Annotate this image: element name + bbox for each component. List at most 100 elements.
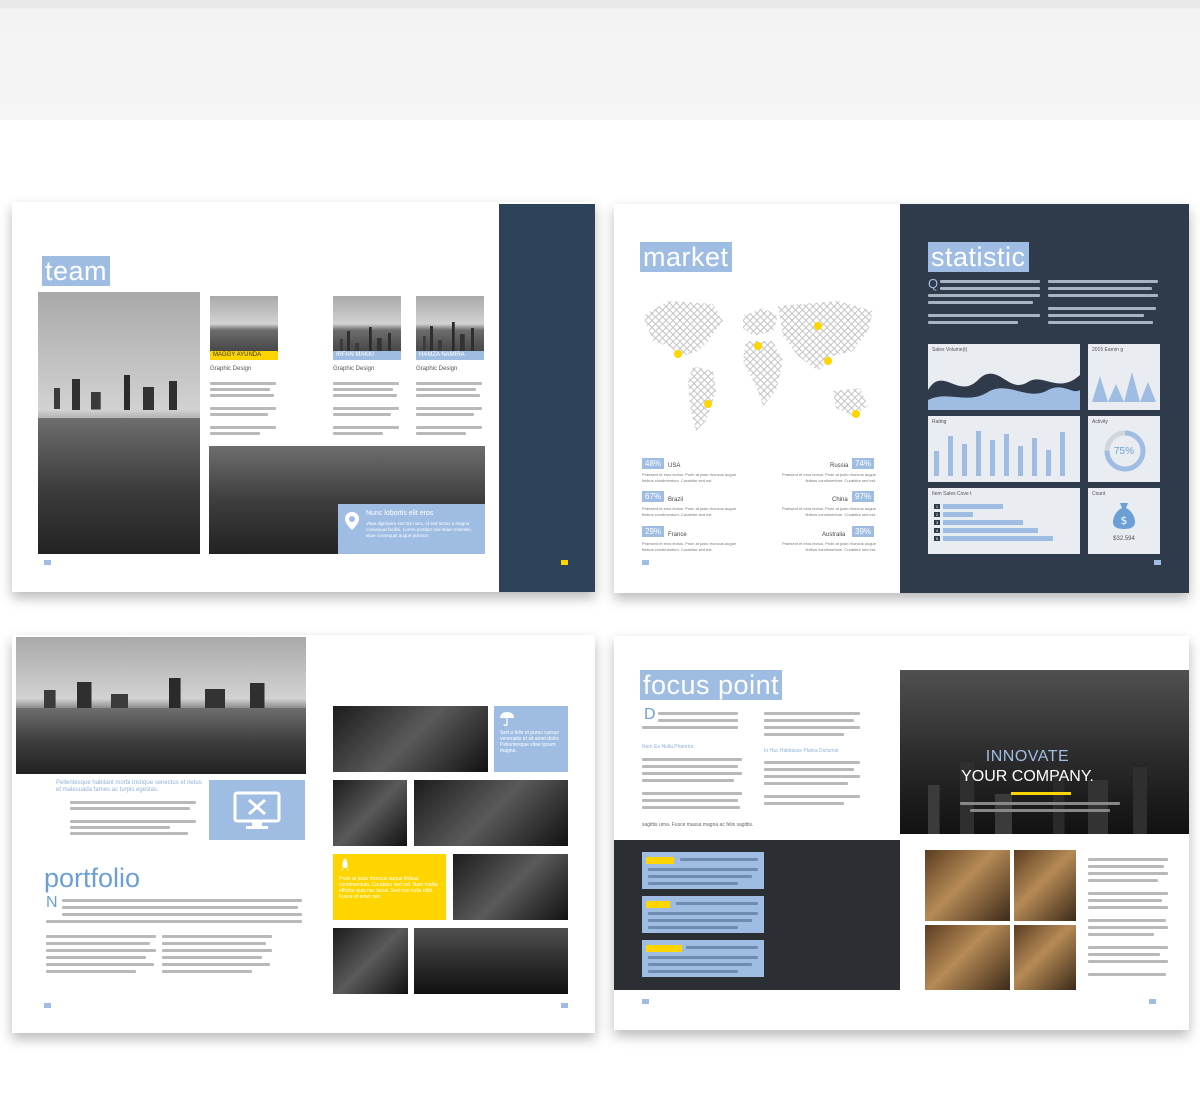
restaurant-photo-3	[925, 925, 1010, 990]
region-text-australia: Praesent et eros lectus. Proin at justo …	[781, 541, 876, 552]
page-number-right	[561, 560, 568, 565]
page-number-left	[44, 560, 51, 565]
focus-dark-band	[614, 840, 900, 990]
region-text-china: Praesent et eros lectus. Proin at justo …	[781, 506, 876, 517]
card-item-sales: Item Sales Cove t 1 2 3 4 5	[928, 488, 1080, 554]
focus-subhead-2: In Hac Habitasse Platea Dictumst	[764, 748, 839, 754]
mosaic-photo-5	[333, 928, 408, 994]
page-number-focus-right	[1149, 999, 1156, 1004]
item-row-5: 5	[934, 536, 940, 541]
focus-tagline: sagittis urna. Fusce massa magna ac feli…	[642, 822, 754, 828]
card-activity: Activity 75%	[1088, 416, 1160, 482]
card-count-label: Count	[1092, 491, 1106, 497]
page-number-statistic	[1154, 560, 1161, 565]
region-country-russia: Russia	[830, 463, 849, 469]
mosaic-yellow-note: Proin at justo rhoncus augue finibus con…	[333, 854, 446, 920]
focus-box-1	[642, 852, 764, 889]
card-earnings: 2015 Earnin g	[1088, 344, 1160, 410]
portfolio-heading: portfolio	[44, 863, 141, 893]
focus-subhead: Nam Ea Nulla Pharetra	[642, 744, 694, 750]
member-name-3: HAMZA NAMIRA	[416, 351, 484, 360]
mosaic-photo-2	[333, 780, 407, 846]
statistic-heading: statistic	[928, 242, 1029, 272]
region-country-china: China	[832, 497, 848, 503]
spread-team: team MAGGY AYUNDA Graphic Design IRFAN M…	[12, 202, 595, 592]
region-pct-brazil: 67%	[642, 491, 665, 502]
card-sales-volume-label: Sales Volume(t)	[932, 347, 968, 353]
spread-portfolio: Pellentesque habitant morbi tristique se…	[12, 635, 595, 1033]
member-name-1: MAGGY AYUNDA	[210, 351, 278, 360]
location-box: Nunc lobortis elit eros Vitae dignissim …	[338, 504, 485, 554]
spread-market: market 48% USA Praesent et eros lectus. …	[614, 204, 1189, 593]
member-photo-3	[416, 296, 484, 358]
region-pct-russia: 74%	[852, 458, 875, 469]
region-country-usa: USA	[668, 463, 681, 469]
member-photo-1	[210, 296, 278, 358]
rocket-icon	[339, 858, 351, 872]
page-number-portfolio-right	[561, 1003, 568, 1008]
page-number-portfolio-left	[44, 1003, 51, 1008]
card-item-sales-label: Item Sales Cove t	[932, 491, 972, 497]
team-navy-panel	[499, 204, 595, 592]
card-activity-value: 75%	[1113, 446, 1134, 457]
spread-focus: focus point D Nam Ea Nulla Pharetra In H…	[614, 636, 1189, 1030]
page-number-focus-left	[642, 999, 649, 1004]
location-text: Vitae dignissim sed dui nunc, id sed lec…	[366, 521, 473, 538]
portfolio-drop-cap: N	[46, 894, 58, 911]
card-earnings-label: 2015 Earnin g	[1092, 347, 1124, 353]
market-heading: market	[640, 242, 732, 272]
mosaic-photo-1	[333, 706, 488, 772]
team-city-photo	[38, 292, 200, 554]
region-pct-china: 97%	[852, 491, 875, 502]
focus-box-2	[642, 896, 764, 933]
monitor-icon	[233, 791, 281, 829]
world-map	[643, 301, 873, 431]
page-number-market	[642, 560, 649, 565]
mosaic-blue-note-text: Sed a felis et purus cursus venenatis et…	[500, 730, 560, 754]
monitor-tools-icon-box	[209, 780, 305, 840]
mosaic-blue-note: Sed a felis et purus cursus venenatis et…	[494, 706, 568, 772]
card-count: Count $ $32.594	[1088, 488, 1160, 554]
card-count-value: $32.594	[1113, 536, 1135, 542]
member-photo-2	[333, 296, 401, 358]
region-text-usa: Praesent et eros lectus. Proin at justo …	[642, 472, 737, 483]
item-row-4: 4	[934, 528, 940, 533]
team-heading: team	[42, 256, 111, 286]
card-sales-volume: Sales Volume(t)	[928, 344, 1080, 410]
portfolio-intro: Pellentesque habitant morbi tristique se…	[56, 780, 202, 793]
member-role-2: Graphic Design	[333, 366, 375, 372]
restaurant-photo-1	[925, 850, 1010, 921]
mosaic-yellow-note-text: Proin at justo rhoncus augue finibus con…	[339, 876, 438, 900]
umbrella-icon	[500, 712, 514, 726]
banner-line-2: YOUR COMPANY.	[961, 768, 1094, 785]
item-row-3: 3	[934, 520, 940, 525]
svg-text:$: $	[1121, 514, 1128, 527]
member-name-2: IRFAN MAKKI	[333, 351, 401, 360]
focus-banner-photo: INNOVATE YOUR COMPANY.	[900, 670, 1189, 834]
mosaic-photo-6	[414, 928, 568, 994]
item-row-1: 1	[934, 504, 940, 509]
mosaic-photo-3	[414, 780, 568, 846]
top-banner	[0, 0, 1200, 120]
region-text-france: Praesent et eros lectus. Proin at justo …	[642, 541, 737, 552]
member-role-3: Graphic Design	[416, 366, 458, 372]
banner-line-1: INNOVATE	[985, 748, 1070, 765]
card-activity-label: Activity	[1092, 419, 1108, 425]
region-pct-france: 29%	[642, 526, 665, 537]
location-title: Nunc lobortis elit eros	[366, 510, 434, 517]
region-pct-australia: 39%	[852, 526, 875, 537]
restaurant-photo-4	[1014, 925, 1076, 990]
money-bag-icon: $	[1112, 502, 1136, 530]
item-row-2: 2	[934, 512, 940, 517]
focus-drop-cap: D	[644, 706, 656, 723]
portfolio-skyline-photo	[16, 637, 306, 774]
region-country-brazil: Brazil	[668, 497, 684, 503]
statistic-drop-cap: Q	[928, 276, 939, 291]
region-country-france: France	[668, 532, 687, 538]
mosaic-photo-4	[453, 854, 568, 920]
focus-box-3	[642, 940, 764, 977]
region-text-russia: Praesent et eros lectus. Proin at justo …	[781, 472, 876, 483]
card-rating: Rating	[928, 416, 1080, 482]
card-rating-label: Rating	[932, 419, 947, 425]
region-text-brazil: Praesent et eros lectus. Proin at justo …	[642, 506, 737, 517]
